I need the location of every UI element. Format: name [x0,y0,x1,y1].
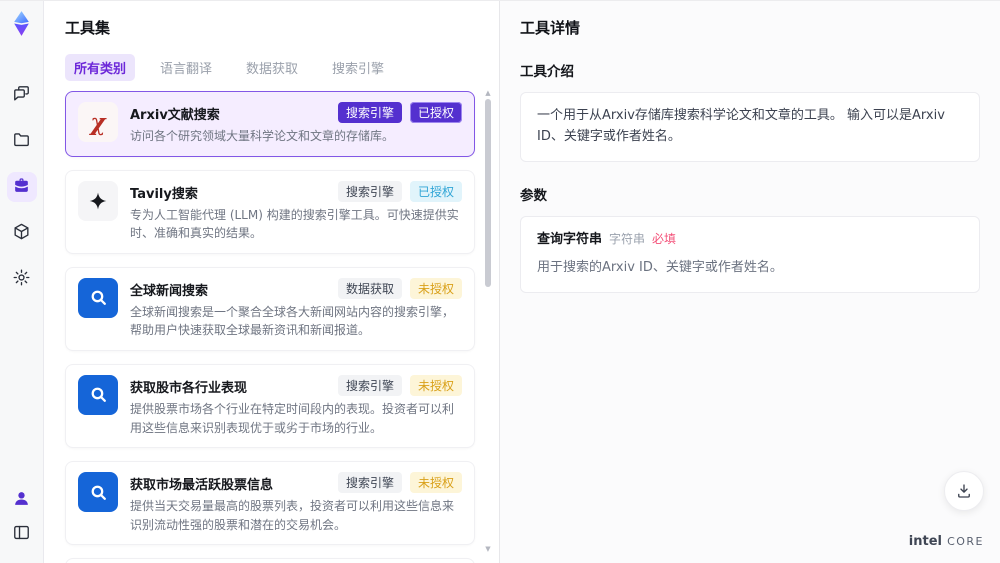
package-icon [12,222,31,245]
rail-button-settings[interactable] [7,264,37,294]
category-badge: 搜索引擎 [337,374,402,396]
parameter-header: 查询字符串 字符串 必填 [537,230,963,251]
rail-button-panel-toggle[interactable] [7,519,37,549]
chat-icon [12,84,31,107]
tool-description: 提供当天交易量最高的股票列表，投资者可以利用这些信息来识别流动性强的股票和潜在的… [130,499,455,532]
settings-icon [12,268,31,291]
tool-body: 获取股市各行业表现 搜索引擎 未授权 提供股票市场各个行业在特定时间段内的表现。… [130,374,462,437]
tab-category-0[interactable]: 所有类别 [65,54,136,81]
folder-icon [12,130,31,153]
tool-title-row: Arxiv文献搜索 搜索引擎 已授权 [130,102,462,123]
brand-intel: intel [908,533,942,549]
scroll-down-icon[interactable]: ▼ [483,545,493,553]
sparkle-icon [78,180,118,221]
icon-rail [0,1,44,563]
tool-name: Arxiv文献搜索 [130,108,220,123]
parameter-required-label: 必填 [652,231,677,246]
tool-card[interactable]: 全球新闻搜索 数据获取 未授权 全球新闻搜索是一个聚合全球各大新闻网站内容的搜索… [65,266,475,351]
tool-title-row: Tavily搜索 搜索引擎 已授权 [130,180,462,202]
category-badge: 数据获取 [337,277,402,299]
search-app-icon [78,374,118,415]
auth-status-badge: 未授权 [409,277,462,299]
tab-category-3[interactable]: 搜索引擎 [323,54,393,81]
auth-status-badge: 已授权 [409,102,462,123]
brand-core: CORE [947,534,984,548]
rail-button-folder[interactable] [7,126,37,156]
tool-title-row: 获取股市各行业表现 搜索引擎 未授权 [130,374,462,396]
tool-name: Tavily搜索 [130,186,198,202]
detail-title: 工具详情 [520,19,581,37]
rail-button-user[interactable] [7,485,37,515]
parameter-name: 查询字符串 [537,231,603,247]
tool-card[interactable]: Tavily搜索 搜索引擎 已授权 专为人工智能代理 (LLM) 构建的搜索引擎… [65,169,475,254]
tool-description: 访问各个研究领域大量科学论文和文章的存储库。 [130,129,395,143]
parameter-type: 字符串 [609,231,646,246]
app-logo-icon [8,9,35,38]
toolset-title: 工具集 [65,19,111,37]
params-box: 查询字符串 字符串 必填 用于搜索的Arxiv ID、关键字或作者姓名。 [520,215,980,294]
parameter-item: 查询字符串 字符串 必填 用于搜索的Arxiv ID、关键字或作者姓名。 [537,230,963,280]
tool-description: 提供股票市场各个行业在特定时间段内的表现。投资者可以利用这些信息来识别表现优于或… [130,401,455,435]
scroll-up-icon[interactable]: ▲ [483,89,493,97]
tool-name: 获取市场最活跃股票信息 [130,478,274,494]
category-badge: 搜索引擎 [337,472,402,494]
arxiv-logo-icon: χ [78,102,118,142]
rail-bottom-items [7,485,37,553]
tab-category-1[interactable]: 语言翻译 [151,54,221,81]
tool-body: 获取市场最活跃股票信息 搜索引擎 未授权 提供当天交易量最高的股票列表，投资者可… [130,472,462,534]
tool-description: 专为人工智能代理 (LLM) 构建的搜索引擎工具。可快速提供实时、准确和真实的结… [130,207,459,241]
tool-title-row: 全球新闻搜索 数据获取 未授权 [130,277,462,299]
tool-description: 全球新闻搜索是一个聚合全球各大新闻网站内容的搜索引擎，帮助用户快速获取全球最新资… [130,304,455,338]
tool-card[interactable]: 获取市场最活跃股票信息 搜索引擎 未授权 提供当天交易量最高的股票列表，投资者可… [65,461,475,546]
download-button[interactable] [944,471,984,511]
intel-core-logo: intel CORE [909,531,984,549]
rail-button-package[interactable] [7,218,37,248]
user-icon [12,489,31,512]
search-app-icon [78,472,118,513]
params-heading: 参数 [520,187,547,204]
tool-card[interactable]: 获取股市各行业表现 搜索引擎 未授权 提供股票市场各个行业在特定时间段内的表现。… [65,363,475,449]
tool-name: 获取股市各行业表现 [130,380,248,396]
panel-toggle-icon [12,523,31,546]
tool-body: 全球新闻搜索 数据获取 未授权 全球新闻搜索是一个聚合全球各大新闻网站内容的搜索… [130,277,462,340]
tool-card[interactable]: χ Arxiv文献搜索 搜索引擎 已授权 访问各个研究领域大量科学论文和文章的存… [65,91,475,157]
rail-button-toolbox[interactable] [6,172,37,202]
scrollbar-thumb[interactable] [485,99,491,287]
category-tabs: 所有类别 语言翻译 数据获取 搜索引擎 [65,54,499,81]
rail-button-chat[interactable] [7,80,37,110]
tool-body: Arxiv文献搜索 搜索引擎 已授权 访问各个研究领域大量科学论文和文章的存储库… [130,102,462,146]
parameter-description: 用于搜索的Arxiv ID、关键字或作者姓名。 [537,260,783,276]
tool-detail-pane: 工具详情 工具介绍 一个用于从Arxiv存储库搜索科学论文和文章的工具。 输入可… [500,1,1000,563]
tool-body: Tavily搜索 搜索引擎 已授权 专为人工智能代理 (LLM) 构建的搜索引擎… [130,180,462,243]
tool-card[interactable]: 万维地区新闻查询 搜索引擎 未授权 查询具体行政区划内的新闻，快速了解各地新闻动 [65,558,475,563]
rail-items [6,80,37,310]
toolbox-icon [12,176,31,199]
app-root: 工具集 所有类别 语言翻译 数据获取 搜索引擎 χ Arxiv文献搜索 搜索引擎 已授… [0,0,1000,563]
search-app-icon [78,277,118,318]
toolset-pane: 工具集 所有类别 语言翻译 数据获取 搜索引擎 χ Arxiv文献搜索 搜索引擎 已授… [44,1,500,563]
download-icon [958,484,970,498]
tool-name: 全球新闻搜索 [130,283,209,299]
tab-category-2[interactable]: 数据获取 [237,54,307,81]
auth-status-badge: 未授权 [409,374,462,396]
tool-list: χ Arxiv文献搜索 搜索引擎 已授权 访问各个研究领域大量科学论文和文章的存… [65,91,499,563]
tool-title-row: 获取市场最活跃股票信息 搜索引擎 未授权 [130,472,462,494]
category-badge: 搜索引擎 [337,102,402,123]
intro-box: 一个用于从Arxiv存储库搜索科学论文和文章的工具。 输入可以是Arxiv ID… [520,92,980,162]
auth-status-badge: 未授权 [409,472,462,494]
list-scrollbar[interactable]: ▲ ▼ [483,89,493,553]
category-badge: 搜索引擎 [337,180,402,202]
intro-heading: 工具介绍 [520,64,574,80]
auth-status-badge: 已授权 [409,180,462,202]
